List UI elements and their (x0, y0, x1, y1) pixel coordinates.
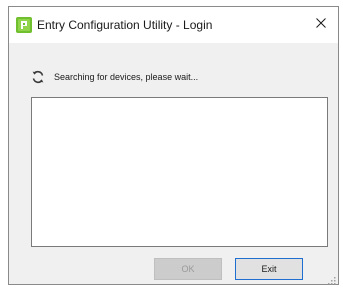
login-dialog: Entry Configuration Utility - Login Sear… (8, 6, 339, 285)
status-row: Searching for devices, please wait... (31, 68, 198, 86)
resize-grip-icon[interactable] (326, 272, 336, 285)
exit-button[interactable]: Exit (235, 258, 303, 280)
close-icon (316, 15, 326, 33)
close-button[interactable] (304, 7, 338, 41)
window-title: Entry Configuration Utility - Login (37, 18, 213, 32)
app-icon (16, 17, 32, 33)
device-list[interactable] (31, 97, 328, 247)
refresh-icon (31, 70, 45, 84)
focus-ring (238, 261, 300, 277)
ok-button[interactable]: OK (154, 258, 222, 280)
title-bar[interactable]: Entry Configuration Utility - Login (9, 7, 338, 43)
status-text: Searching for devices, please wait... (54, 72, 199, 82)
